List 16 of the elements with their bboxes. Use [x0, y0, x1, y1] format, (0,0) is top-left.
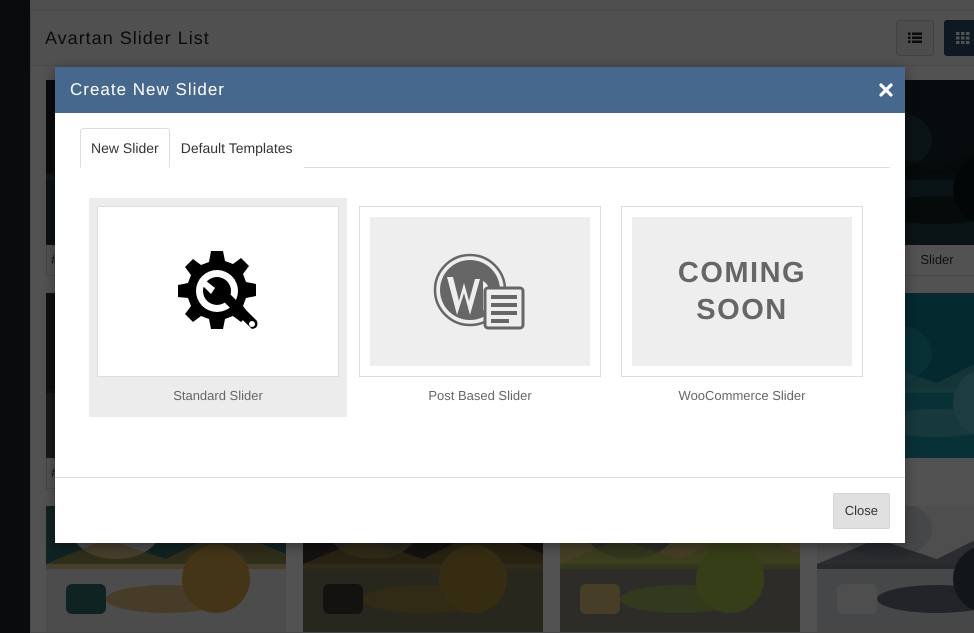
close-button[interactable]: Close: [832, 492, 890, 528]
dialog-title: Create New Slider: [70, 80, 225, 100]
globe-document-icon: [433, 252, 527, 330]
list-view-button[interactable]: [896, 20, 934, 56]
option-label: Standard Slider: [173, 388, 263, 403]
option-label: Post Based Slider: [428, 388, 532, 403]
coming-soon-text: COMING SOON: [676, 256, 808, 328]
close-icon: [879, 83, 893, 97]
page-title: Avartan Slider List: [45, 28, 210, 48]
list-icon: [908, 32, 922, 44]
grid-view-button[interactable]: [944, 20, 974, 56]
close-button[interactable]: [879, 83, 893, 97]
slider-type-option[interactable]: Standard Slider: [89, 198, 347, 417]
option-label: WooCommerce Slider: [678, 388, 806, 403]
dialog-tab[interactable]: New Slider: [80, 128, 170, 168]
grid-icon: [956, 32, 970, 44]
